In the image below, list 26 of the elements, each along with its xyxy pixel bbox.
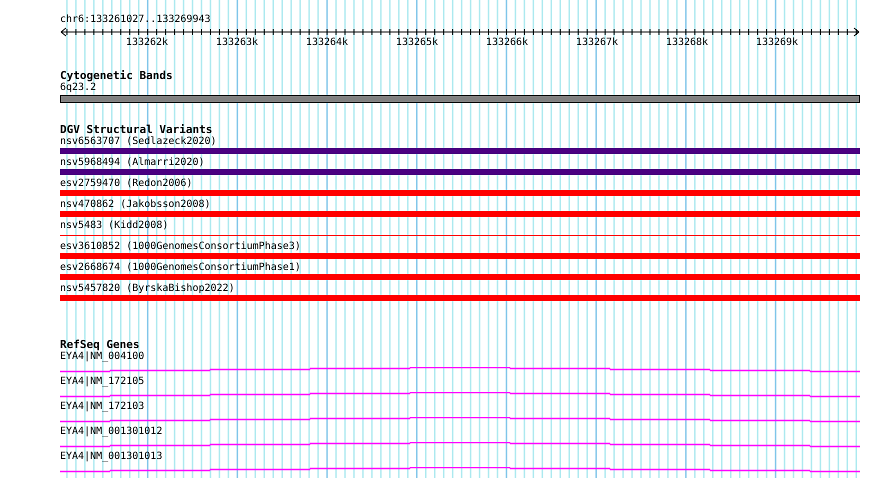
band-label: 6q23.2 [60,82,98,94]
variant-label: nsv5483 (Kidd2008) [60,220,170,232]
variant-label: nsv5457820 (ByrskaBishop2022) [60,283,236,295]
tick-label: 133265k [394,37,440,49]
variant-label: nsv470862 (Jakobsson2008) [60,199,212,211]
tick-label: 133262k [124,37,170,49]
variant-label: nsv6563707 (Sedlazeck2020) [60,136,218,148]
gene-label: EYA4|NM_172105 [60,376,146,388]
gene-label: EYA4|NM_004100 [60,351,146,363]
variant-label: nsv5968494 (Almarri2020) [60,157,206,169]
tick-label: 133264k [304,37,350,49]
tick-label: 133268k [664,37,710,49]
tick-label: 133267k [574,37,620,49]
variant-label: esv2668674 (1000GenomesConsortiumPhase1) [60,262,302,274]
gene-label: EYA4|NM_001301012 [60,426,164,438]
track-title: Cytogenetic Bands [60,70,174,82]
tick-label: 133263k [214,37,260,49]
location-label: chr6:133261027..133269943 [60,14,212,26]
track-title: DGV Structural Variants [60,124,214,136]
gene-label: EYA4|NM_172103 [60,401,146,413]
variant-label: esv3610852 (1000GenomesConsortiumPhase3) [60,241,302,253]
tick-label: 133269k [754,37,800,49]
variant-label: esv2759470 (Redon2006) [60,178,194,190]
gene-label: EYA4|NM_001301013 [60,451,164,463]
tick-label: 133266k [484,37,530,49]
track-title: RefSeq Genes [60,339,140,351]
